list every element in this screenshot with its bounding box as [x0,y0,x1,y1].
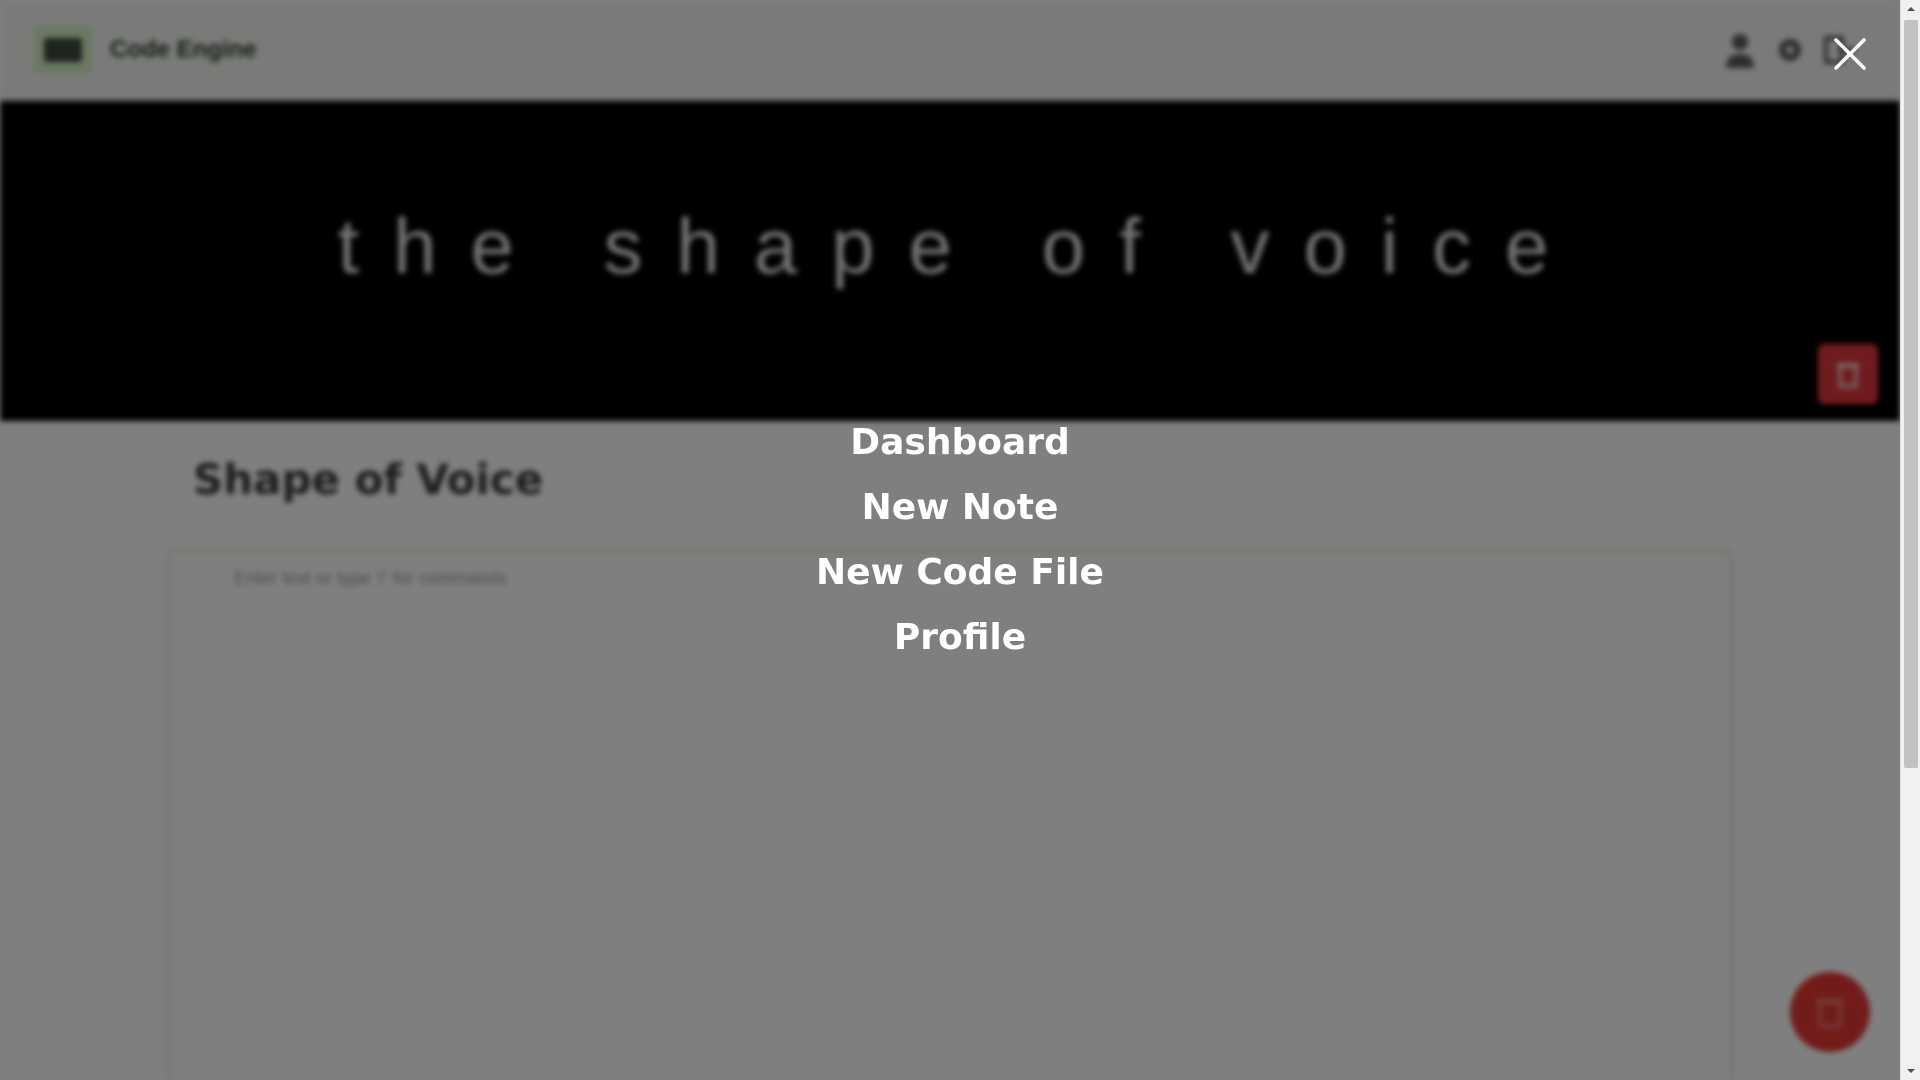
scroll-down-arrow-icon[interactable] [1901,1062,1920,1080]
menu-item-new-code-file[interactable]: New Code File [816,540,1104,605]
scrollbar-thumb[interactable] [1904,20,1918,768]
menu-overlay: Dashboard New Note New Code File Profile [0,0,1900,1080]
vertical-scrollbar[interactable] [1900,0,1920,1080]
menu-item-profile[interactable]: Profile [894,605,1026,670]
close-icon[interactable] [1832,36,1868,72]
scroll-up-arrow-icon[interactable] [1901,0,1920,18]
close-menu-button[interactable] [1832,36,1868,72]
menu-item-dashboard[interactable]: Dashboard [850,410,1070,475]
menu-item-new-note[interactable]: New Note [862,475,1059,540]
overlay-menu: Dashboard New Note New Code File Profile [0,410,1920,670]
